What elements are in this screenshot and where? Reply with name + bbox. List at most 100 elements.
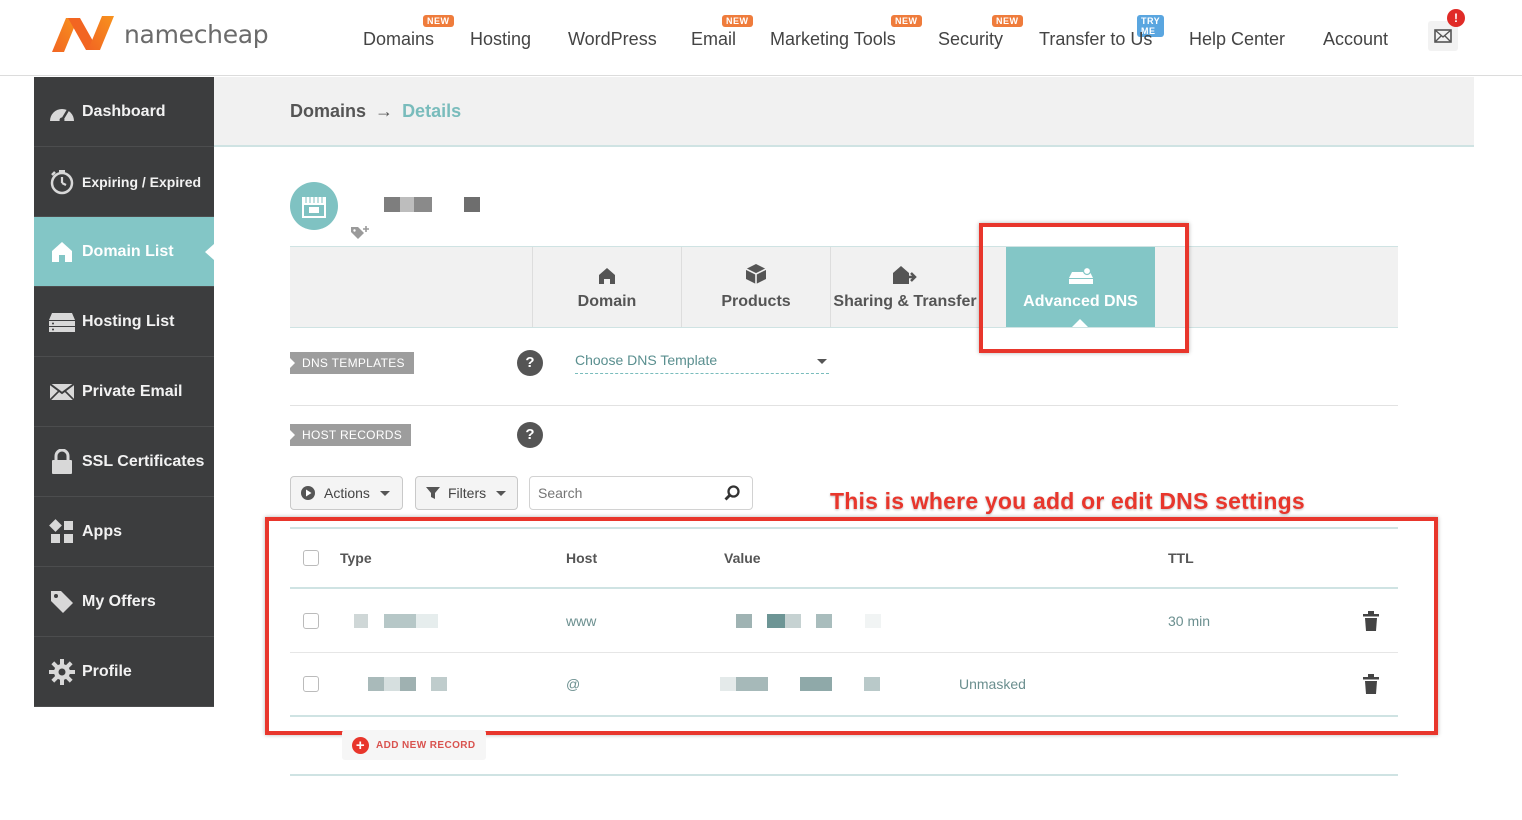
redacted-type	[384, 613, 416, 628]
actions-dropdown[interactable]: Actions	[290, 476, 403, 510]
redacted-type	[416, 613, 438, 628]
play-circle-icon	[301, 486, 315, 500]
sidebar-item-expiring[interactable]: Expiring / Expired	[34, 147, 214, 217]
column-header-type[interactable]: Type	[340, 550, 372, 566]
top-navigation: namecheap NEW Domains Hosting WordPress …	[0, 0, 1522, 76]
redacted-type	[354, 613, 368, 628]
page-header: Domains → Details	[214, 77, 1474, 147]
row-checkbox[interactable]	[303, 676, 319, 692]
table-header: Type Host Value TTL	[290, 527, 1398, 589]
search-field	[529, 476, 753, 510]
sidebar-item-private-email[interactable]: Private Email	[34, 357, 214, 427]
column-header-value[interactable]: Value	[724, 550, 761, 566]
nav-item-help-center[interactable]: Help Center	[1189, 29, 1285, 50]
apps-icon	[48, 518, 76, 545]
nav-item-transfer-to-us[interactable]: Transfer to Us	[1039, 29, 1152, 50]
nav-item-domains[interactable]: Domains	[363, 29, 434, 50]
tab-label: Products	[721, 293, 791, 310]
nav-badge-email: NEW	[722, 15, 753, 27]
redacted-value	[800, 677, 832, 691]
chevron-down-icon	[817, 359, 827, 364]
sidebar-item-label: Dashboard	[82, 102, 166, 120]
gauge-icon	[48, 99, 76, 125]
redacted-value	[720, 677, 736, 691]
row-ttl: 30 min	[1168, 612, 1211, 629]
dns-templates-help-button[interactable]: ?	[517, 350, 543, 376]
nav-item-security[interactable]: Security	[938, 29, 1003, 50]
namecheap-logo[interactable]: namecheap	[50, 14, 269, 54]
row-checkbox[interactable]	[303, 612, 319, 629]
add-record-label: ADD NEW RECORD	[376, 739, 476, 751]
row-host: www	[566, 612, 597, 629]
gear-icon	[48, 658, 76, 685]
table-row[interactable]: www 30 min	[290, 589, 1398, 653]
domain-tabs: Domain Products Sharing & Transfer Advan…	[290, 246, 1398, 328]
share-icon	[892, 263, 918, 285]
row-host: @	[566, 676, 581, 692]
redacted-domain-name	[400, 197, 414, 212]
sidebar-item-hosting-list[interactable]: Hosting List	[34, 287, 214, 357]
add-tag-icon[interactable]	[350, 226, 370, 240]
nav-item-account[interactable]: Account	[1323, 29, 1388, 50]
redacted-type	[400, 677, 416, 691]
redacted-value	[767, 613, 785, 628]
breadcrumb-arrow: →	[375, 101, 394, 121]
dns-template-placeholder: Choose DNS Template	[575, 352, 718, 368]
dns-template-select[interactable]: Choose DNS Template	[575, 352, 829, 374]
annotation-box-advanced-dns	[979, 223, 1189, 353]
sidebar-item-ssl-certificates[interactable]: SSL Certificates	[34, 427, 214, 497]
sidebar-item-dashboard[interactable]: Dashboard	[34, 77, 214, 147]
host-records-help-button[interactable]: ?	[517, 422, 543, 448]
tab-sharing-transfer[interactable]: Sharing & Transfer	[830, 247, 979, 327]
home-icon	[598, 263, 616, 285]
envelope-icon	[1434, 29, 1452, 43]
add-new-record-button[interactable]: + ADD NEW RECORD	[342, 730, 486, 760]
tab-products[interactable]: Products	[681, 247, 830, 327]
table-row[interactable]: @ Unmasked	[290, 653, 1398, 717]
nav-item-email[interactable]: Email	[691, 29, 736, 50]
server-icon	[48, 309, 76, 335]
redacted-domain-name	[414, 197, 432, 212]
select-all-checkbox[interactable]	[303, 550, 319, 566]
sidebar-item-label: Profile	[82, 662, 132, 680]
nav-badge-marketing: NEW	[891, 15, 922, 27]
sidebar-item-domain-list[interactable]: Domain List	[34, 217, 214, 287]
search-input[interactable]	[530, 477, 710, 509]
host-records-label: HOST RECORDS	[290, 424, 412, 446]
redacted-domain-name	[384, 197, 400, 212]
breadcrumb: Domains → Details	[290, 101, 461, 122]
domain-avatar	[290, 182, 338, 230]
nav-item-wordpress[interactable]: WordPress	[568, 29, 657, 50]
redacted-value	[864, 677, 880, 691]
tab-domain[interactable]: Domain	[532, 247, 681, 327]
envelope-icon	[48, 379, 76, 405]
redacted-type	[368, 677, 384, 691]
sidebar-item-label: Expiring / Expired	[82, 173, 202, 190]
sidebar-item-label: My Offers	[82, 592, 156, 610]
search-icon[interactable]	[724, 485, 740, 501]
filters-label: Filters	[448, 485, 487, 501]
sidebar-item-my-offers[interactable]: My Offers	[34, 567, 214, 637]
nav-item-hosting[interactable]: Hosting	[470, 29, 531, 50]
lock-icon	[48, 448, 76, 475]
sidebar-item-profile[interactable]: Profile	[34, 637, 214, 707]
delete-record-icon[interactable]	[1363, 610, 1379, 631]
sidebar-item-apps[interactable]: Apps	[34, 497, 214, 567]
redacted-type	[431, 677, 447, 691]
annotation-text: This is where you add or edit DNS settin…	[830, 488, 1305, 514]
actions-label: Actions	[324, 485, 370, 501]
redacted-value	[736, 613, 752, 628]
delete-record-icon[interactable]	[1363, 674, 1379, 694]
plus-circle-icon: +	[352, 736, 369, 754]
namecheap-logo-icon	[52, 16, 114, 52]
filters-dropdown[interactable]: Filters	[415, 476, 518, 510]
row-redirect-mode: Unmasked	[959, 676, 1026, 692]
redacted-domain-name	[464, 197, 480, 212]
column-header-ttl[interactable]: TTL	[1168, 550, 1194, 566]
dns-templates-label: DNS TEMPLATES	[290, 352, 414, 374]
redacted-value	[785, 613, 801, 628]
breadcrumb-root[interactable]: Domains	[290, 101, 366, 121]
column-header-host[interactable]: Host	[566, 550, 597, 566]
nav-item-marketing-tools[interactable]: Marketing Tools	[770, 29, 896, 50]
notification-badge: !	[1447, 9, 1465, 27]
